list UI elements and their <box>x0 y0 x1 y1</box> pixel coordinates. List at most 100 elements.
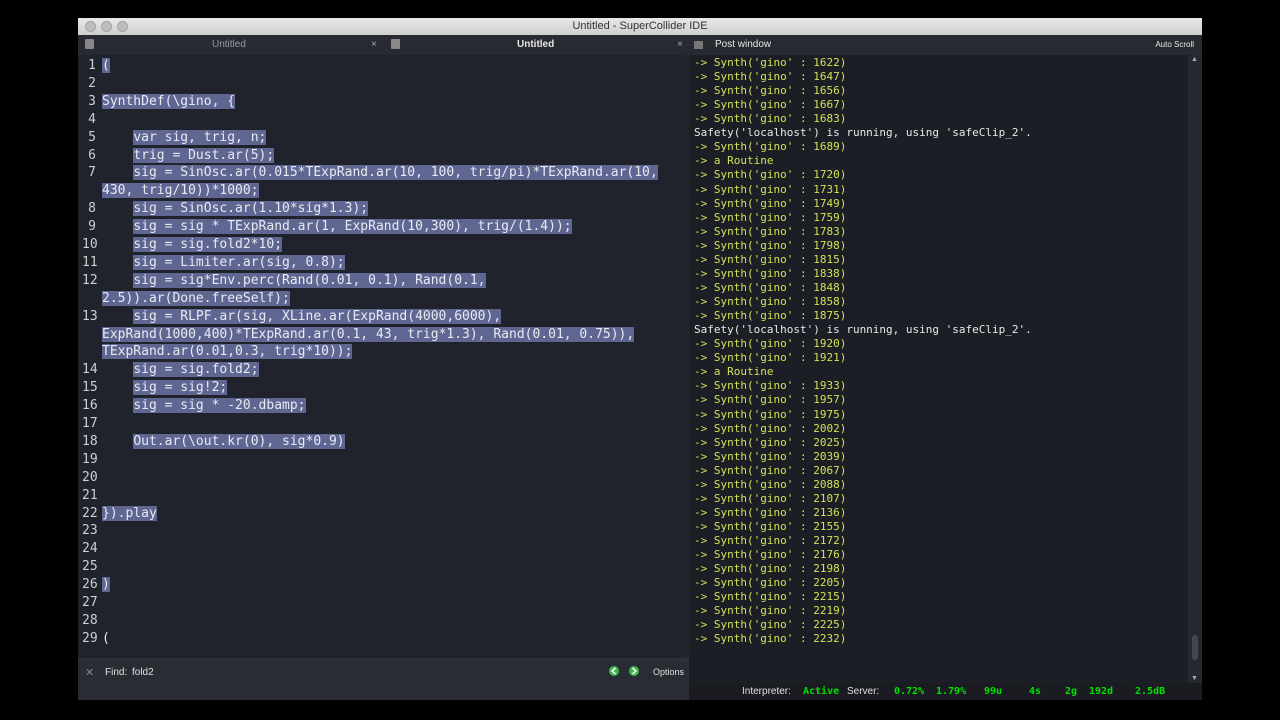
post-line: Safety('localhost') is running, using 's… <box>694 126 1032 140</box>
line-number: 16 <box>82 398 98 414</box>
post-scrollbar[interactable]: ▲ ▼ <box>1188 55 1202 683</box>
post-line: -> a Routine <box>694 154 774 168</box>
code-content: }).play <box>102 505 157 521</box>
editor-tab-bar: Untitled × Untitled × <box>78 35 689 55</box>
server-volume[interactable]: 2.5dB <box>1135 683 1165 700</box>
post-line: -> Synth('gino' : 1957) <box>694 393 847 407</box>
post-line: -> Synth('gino' : 2107) <box>694 491 847 505</box>
server-ugens[interactable]: 99u <box>984 683 1002 700</box>
line-number: 4 <box>88 111 96 127</box>
zoom-window-button[interactable] <box>117 21 128 32</box>
code-content: ( <box>102 630 110 646</box>
find-options-button[interactable]: Options <box>653 667 684 677</box>
code-text: 430, trig/10))*1000; <box>102 182 259 200</box>
post-window-header: Post window Auto Scroll <box>689 35 1202 55</box>
server-label: Server: <box>847 686 880 697</box>
post-line: -> Synth('gino' : 2215) <box>694 590 847 604</box>
post-line: -> Synth('gino' : 1858) <box>694 295 847 309</box>
close-find-icon[interactable]: ✕ <box>85 666 94 679</box>
line-number: 20 <box>82 469 98 485</box>
post-line: -> Synth('gino' : 1720) <box>694 168 847 182</box>
code-content: trig = Dust.ar(5); <box>133 147 275 163</box>
find-next-icon[interactable] <box>629 666 639 676</box>
post-line: -> Synth('gino' : 1683) <box>694 112 847 126</box>
code-content: sig = sig.fold2; <box>133 362 259 378</box>
code-content: ExpRand(1000,400)*TExpRand.ar(0.1, 43, t… <box>102 326 635 342</box>
code-text: 2.5)).ar(Done.freeSelf); <box>102 290 290 308</box>
interpreter-label: Interpreter: <box>742 686 791 697</box>
code-text: SynthDef(\gino, { <box>102 93 236 111</box>
code-text: ( <box>102 57 110 75</box>
post-line: -> Synth('gino' : 2002) <box>694 421 847 435</box>
close-tab-icon[interactable]: × <box>677 35 683 55</box>
code-content: TExpRand.ar(0.01,0.3, trig*10)); <box>102 344 353 360</box>
code-content: sig = SinOsc.ar(0.015*TExpRand.ar(10, 10… <box>133 165 658 181</box>
post-line: -> Synth('gino' : 1759) <box>694 210 847 224</box>
line-number: 14 <box>82 362 98 378</box>
post-scroll-thumb[interactable] <box>1192 635 1198 660</box>
line-number: 24 <box>82 541 98 557</box>
post-line: -> Synth('gino' : 1920) <box>694 337 847 351</box>
server-peak-cpu[interactable]: 1.79% <box>936 683 966 700</box>
code-text: sig = RLPF.ar(sig, XLine.ar(ExpRand(4000… <box>102 308 502 326</box>
post-line: -> Synth('gino' : 2039) <box>694 449 847 463</box>
post-line: -> Synth('gino' : 1933) <box>694 379 847 393</box>
editor-scrollbar[interactable] <box>681 55 689 658</box>
code-content: sig = Limiter.ar(sig, 0.8); <box>133 254 345 270</box>
find-label: Find: <box>105 667 128 678</box>
find-input[interactable]: fold2 <box>132 667 154 678</box>
code-editor[interactable]: 1(2 3 SynthDef(\gino, {4 5 var sig, trig, n… <box>78 55 681 658</box>
code-content: ) <box>102 577 110 593</box>
post-line: -> Synth('gino' : 2219) <box>694 604 847 618</box>
post-window-icon[interactable] <box>694 41 703 49</box>
line-number: 25 <box>82 559 98 575</box>
post-line: -> Synth('gino' : 2088) <box>694 477 847 491</box>
line-number: 22 <box>82 505 98 521</box>
post-line: -> Synth('gino' : 1731) <box>694 182 847 196</box>
code-text: sig = SinOsc.ar(1.10*sig*1.3); <box>102 200 369 218</box>
code-content: Out.ar(\out.kr(0), sig*0.9) <box>133 433 345 449</box>
code-text: sig = sig*Env.perc(Rand(0.01, 0.1), Rand… <box>102 272 486 290</box>
code-text: sig = SinOsc.ar(0.015*TExpRand.ar(10, 10… <box>102 164 658 182</box>
post-line: -> Synth('gino' : 1647) <box>694 70 847 84</box>
server-avg-cpu[interactable]: 0.72% <box>894 683 924 700</box>
find-previous-icon[interactable] <box>609 666 619 676</box>
close-tab-icon[interactable]: × <box>371 35 377 55</box>
line-number: 7 <box>88 165 96 181</box>
code-content: 430, trig/10))*1000; <box>102 183 259 199</box>
code-content: SynthDef(\gino, { <box>102 93 236 109</box>
interpreter-status[interactable]: Active <box>803 683 839 700</box>
server-synths[interactable]: 4s <box>1029 683 1041 700</box>
post-line: -> Synth('gino' : 1815) <box>694 252 847 266</box>
post-line: -> Synth('gino' : 1783) <box>694 224 847 238</box>
post-line: -> Synth('gino' : 1622) <box>694 56 847 69</box>
code-text: }).play <box>102 505 157 523</box>
minimize-window-button[interactable] <box>101 21 112 32</box>
post-line: -> Synth('gino' : 1875) <box>694 309 847 323</box>
line-number: 19 <box>82 451 98 467</box>
post-line: -> Synth('gino' : 2225) <box>694 618 847 632</box>
code-text <box>102 469 133 487</box>
server-synthdefs[interactable]: 192d <box>1089 683 1113 700</box>
auto-scroll-toggle[interactable]: Auto Scroll <box>1155 35 1194 55</box>
line-number: 18 <box>82 433 98 449</box>
window-title: Untitled - SuperCollider IDE <box>572 20 708 32</box>
post-line: Safety('localhost') is running, using 's… <box>694 323 1032 337</box>
line-number: 23 <box>82 523 98 539</box>
close-window-button[interactable] <box>85 21 96 32</box>
post-line: -> Synth('gino' : 2176) <box>694 548 847 562</box>
code-text: trig = Dust.ar(5); <box>102 147 275 165</box>
line-number: 1 <box>88 58 96 73</box>
line-number: 12 <box>82 272 98 288</box>
line-number: 28 <box>82 612 98 628</box>
post-line: -> Synth('gino' : 1689) <box>694 140 847 154</box>
server-groups[interactable]: 2g <box>1065 683 1077 700</box>
